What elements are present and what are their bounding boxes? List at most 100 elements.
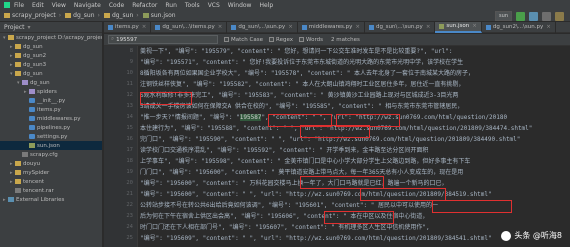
checkbox[interactable] [224,37,229,42]
editor-tab[interactable]: dg_sun\...\sun.py × [227,21,298,33]
close-icon[interactable]: × [546,24,551,30]
watermark-text: 头条 @听海8 [514,231,562,240]
tree-item-label: sun.json [37,142,60,149]
line-number: 24 [126,224,133,230]
python-file-icon [231,24,237,30]
editor-tab[interactable]: dg_sun2\...\sun.py × [482,21,556,33]
tree-item[interactable]: ▸ mySpider [0,168,102,177]
debug-icon[interactable] [529,11,538,21]
close-icon[interactable]: × [472,23,477,29]
run-config-select[interactable]: sun [495,11,512,21]
tree-item-label: tencent [23,178,45,185]
stop-icon[interactable] [542,11,551,21]
menu-edit[interactable]: Edit [32,2,44,9]
menu-window[interactable]: Window [228,2,252,9]
editor-tab[interactable]: items.py × [104,21,152,33]
breadcrumb-label: sun.json [150,12,176,19]
folder-icon [15,62,21,67]
menu-run[interactable]: Run [165,2,177,9]
menu-navigate[interactable]: Navigate [74,2,101,9]
folder-icon [15,179,21,184]
editor-tab[interactable]: dg_sun\...\items.py × [151,21,228,33]
menu-tools[interactable]: Tools [185,2,200,9]
python-file-icon [485,24,491,30]
menu-file[interactable]: File [14,2,24,9]
folder-icon [103,13,110,18]
close-icon[interactable]: × [288,24,293,30]
tree-item[interactable]: ▸ External Libraries [0,195,102,204]
tree-item[interactable]: ▸ spiders [0,87,102,96]
menu-refactor[interactable]: Refactor [132,2,157,9]
breadcrumb-label: scrapy_project [12,12,56,19]
close-icon[interactable]: × [142,24,147,30]
code-line: "编号": "195571", "content": " 您好!我要投诉位于东莞… [140,59,464,66]
tree-item-label: mySpider [23,169,50,176]
tree-item[interactable]: ▸ dg_sun3 [0,60,102,69]
breadcrumb-project[interactable]: scrapy_project › [4,12,61,19]
tree-item[interactable]: scrapy.cfg [0,150,102,159]
tree-item-label: scrapy_project D:\scrapy_project [16,34,102,41]
menu-view[interactable]: View [52,2,66,9]
watermark-logo-icon [501,230,512,241]
tab-label: dg_sun\...\items.py [162,24,215,30]
tree-item-label: items.py [37,106,61,113]
menu-code[interactable]: Code [109,2,124,9]
words-option[interactable]: Words [299,37,323,43]
code-line: 羹视一下", "编号": "195579", "content": " 您好，想… [140,48,453,55]
close-icon[interactable]: × [218,24,223,30]
tree-item[interactable]: items.py [0,105,102,114]
regex-option[interactable]: Regex [269,37,293,43]
tree-item[interactable]: ▸ dg_sun [0,42,102,51]
editor-tab[interactable]: dg_sun\...\sun.py × [365,21,436,33]
breadcrumb-dg-sun-pkg[interactable]: dg_sun › [103,12,139,19]
find-input[interactable]: ⌕ 195597 [108,35,218,44]
breadcrumb-dg-sun[interactable]: dg_sun › [65,12,100,19]
tree-item[interactable]: ▾ dg_sun [0,78,102,87]
python-file-icon [155,24,161,30]
tree-item[interactable]: middlewares.py [0,114,102,123]
code-line: 8循阳坂各有两位如果国企业学校大", "编号": "195578", "cont… [140,70,474,77]
close-icon[interactable]: × [426,24,431,30]
tree-item[interactable]: ▸ dg_sun2 [0,51,102,60]
breadcrumb-label: dg_sun [73,12,95,19]
tree-item[interactable]: tencent.rar [0,186,102,195]
tree-item[interactable]: __init__.py [0,96,102,105]
search-everywhere-icon[interactable] [555,11,564,21]
tab-label: middlewares.py [308,24,353,30]
tree-item[interactable]: settings.py [0,132,102,141]
checkbox[interactable] [269,37,274,42]
chevron-down-icon[interactable]: ▾ [28,24,31,31]
editor-tab[interactable]: middlewares.py × [298,21,365,33]
menu-vcs[interactable]: VCS [208,2,220,9]
tab-label: items.py [115,24,139,30]
tree-item[interactable]: ▸ douyu [0,159,102,168]
tree-item[interactable]: ▾ dg_sun [0,69,102,78]
app-logo-icon [4,2,10,8]
tree-item[interactable]: ▾ scrapy_project D:\scrapy_project [0,33,102,42]
project-panel-header[interactable]: Project ▾ [0,22,102,33]
tree-item[interactable]: ▸ tencent [0,177,102,186]
run-icon[interactable] [516,11,525,21]
match-case-option[interactable]: Match Case [224,37,263,43]
editor-tab[interactable]: sun.json × [435,21,482,33]
menu-help[interactable]: Help [259,2,273,9]
search-match: 195587 [239,114,262,121]
line-number: 13 [126,103,133,109]
code-editor[interactable]: 8 9 10 11 12 13 14 15 16 17 18 19 20 21 22 23 24 25 羹视一下"… [104,46,570,247]
menu-bar: File Edit View Navigate Code Refactor Ru… [0,0,570,10]
breadcrumb-file[interactable]: sun.json [142,12,176,19]
py-icon [29,116,35,121]
tree-item-label: spiders [37,88,57,95]
navigation-bar: scrapy_project › dg_sun › dg_sun › sun.j… [0,10,570,22]
line-number: 9 [129,59,133,65]
py-icon [29,107,35,112]
close-icon[interactable]: × [355,24,360,30]
checkbox[interactable] [299,37,304,42]
line-number: 14 [126,114,133,120]
line-number: 19 [126,169,133,175]
tree-item[interactable]: pipelines.py [0,123,102,132]
project-panel: Project ▾ ▾ scrapy_project D:\scrapy_proj… [0,22,103,247]
line-number: 23 [126,213,133,219]
tree-item-label: pipelines.py [37,124,71,131]
tree-item[interactable]: sun.json [0,141,102,150]
